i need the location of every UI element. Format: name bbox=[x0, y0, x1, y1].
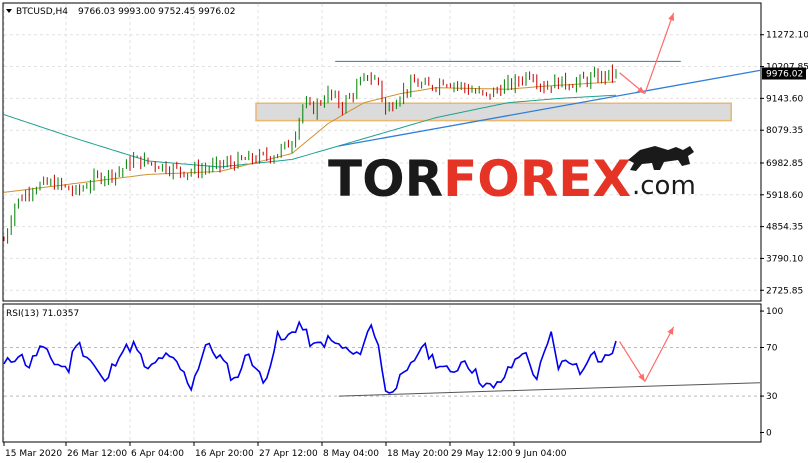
price-tick-label-0: 11272.10 bbox=[766, 31, 808, 41]
time-tick-label-5: 8 May 04:00 bbox=[323, 449, 379, 459]
logo-text: TORFOREX bbox=[328, 150, 631, 208]
time-tick-label-0: 15 Mar 2020 bbox=[5, 449, 62, 459]
chart-canvas: 11272.1010207.859143.608079.356982.85591… bbox=[2, 2, 808, 459]
price-tick-label-3: 8079.35 bbox=[766, 126, 803, 136]
torforex-logo: TORFOREX .com bbox=[328, 146, 696, 208]
current-price-label: 9976.02 bbox=[766, 70, 803, 80]
ohlc-values: 9766.03 9993.00 9752.45 9976.02 bbox=[78, 7, 235, 17]
logo-forex: FOREX bbox=[443, 150, 631, 208]
price-tick-label-4: 6982.85 bbox=[766, 159, 803, 169]
logo-suffix: .com bbox=[632, 171, 696, 201]
time-axis: 15 Mar 2020 26 Mar 12:00 6 Apr 04:00 16 Apr… bbox=[3, 442, 567, 459]
price-tick-label-7: 3790.10 bbox=[766, 254, 803, 264]
time-tick-label-6: 18 May 20:00 bbox=[387, 449, 449, 459]
time-tick-label-2: 6 Apr 04:00 bbox=[131, 449, 184, 459]
time-tick-label-1: 26 Mar 12:00 bbox=[67, 449, 127, 459]
symbol-header: BTCUSD,H4 9766.03 9993.00 9752.45 9976.0… bbox=[6, 7, 235, 17]
time-tick-label-8: 9 Jun 04:00 bbox=[515, 449, 567, 459]
price-tick-label-8: 2725.85 bbox=[766, 286, 803, 296]
rsi-tick-label-1: 70 bbox=[766, 344, 778, 354]
time-tick-label-3: 16 Apr 20:00 bbox=[195, 449, 254, 459]
rsi-axis: 100 70 30 0 bbox=[760, 307, 783, 439]
symbol-label: BTCUSD,H4 bbox=[16, 7, 68, 17]
rsi-tick-label-3: 0 bbox=[766, 429, 772, 439]
price-tick-label-6: 4854.35 bbox=[766, 223, 803, 233]
time-tick-label-4: 27 Apr 12:00 bbox=[259, 449, 318, 459]
rsi-header: RSI(13) 71.0357 bbox=[6, 309, 79, 319]
price-tick-label-5: 5918.60 bbox=[766, 191, 803, 201]
logo-tor: TOR bbox=[328, 150, 443, 208]
time-tick-label-7: 29 May 12:00 bbox=[451, 449, 513, 459]
rsi-tick-label-2: 30 bbox=[766, 392, 778, 402]
current-price-badge: 9976.02 bbox=[762, 67, 806, 80]
price-tick-label-2: 9143.60 bbox=[766, 94, 803, 104]
rsi-tick-label-0: 100 bbox=[766, 307, 783, 317]
